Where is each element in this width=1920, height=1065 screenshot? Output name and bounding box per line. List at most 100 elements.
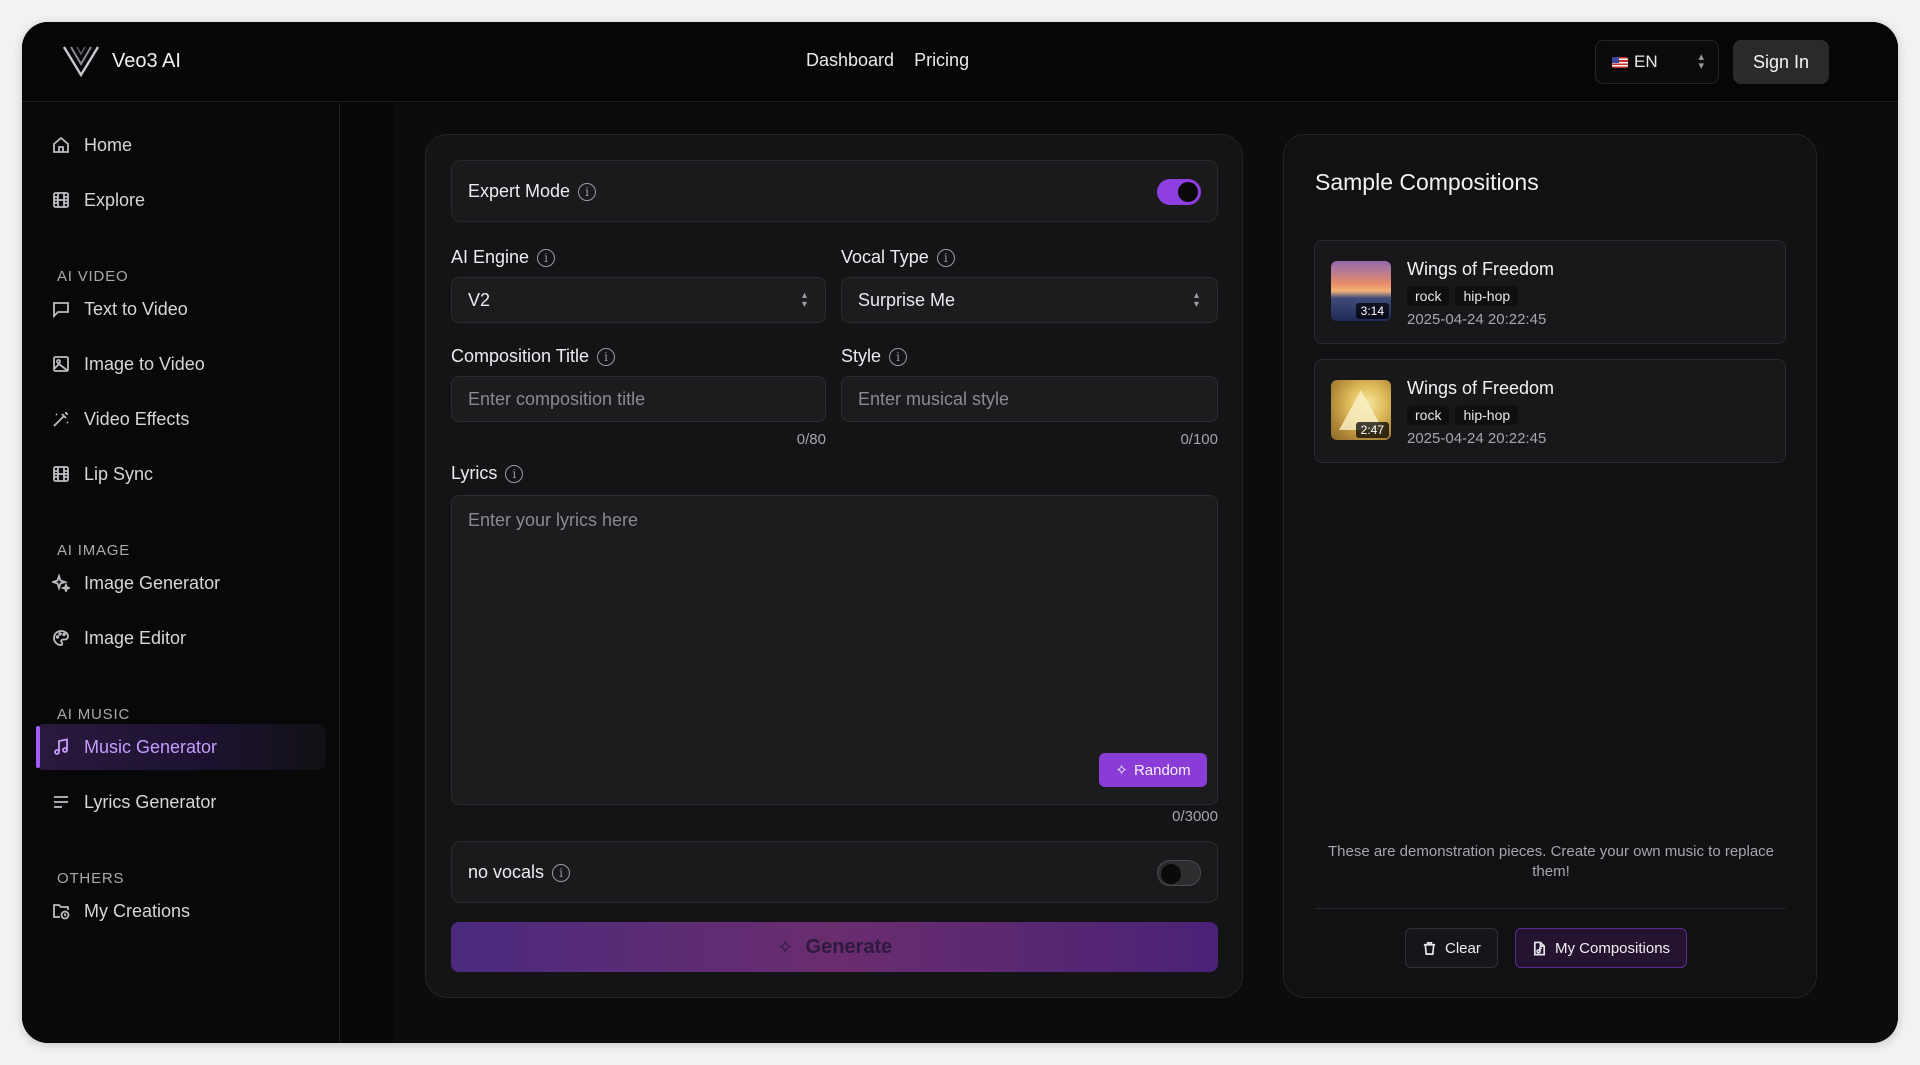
style-placeholder: Enter musical style (858, 388, 1010, 409)
sidebar-item-my-creations[interactable]: My Creations (36, 888, 326, 934)
film-icon (53, 192, 69, 208)
brand-logo[interactable]: Veo3 AI (62, 44, 181, 78)
sidebar-item-label: Music Generator (84, 736, 218, 757)
duration-badge: 2:47 (1355, 422, 1389, 438)
expert-mode-row: Expert Mode i (451, 160, 1218, 222)
sidebar-item-video-effects[interactable]: Video Effects (36, 396, 326, 442)
sign-in-button[interactable]: Sign In (1733, 40, 1829, 84)
genre-tag: rock (1407, 405, 1450, 425)
chevron-updown-icon: ▴ ▾ (801, 290, 807, 310)
language-select[interactable]: EN ▴ ▾ (1595, 40, 1719, 84)
composition-title: Wings of Freedom (1407, 378, 1555, 398)
info-icon[interactable]: i (578, 182, 597, 201)
nav-pricing[interactable]: Pricing (914, 50, 969, 71)
vocal-type-label: Vocal Type (841, 247, 929, 267)
info-icon[interactable]: i (889, 347, 908, 366)
lyrics-label-group: Lyrics i (451, 463, 524, 484)
no-vocals-toggle[interactable] (1157, 860, 1201, 886)
info-icon[interactable]: i (505, 464, 524, 483)
sidebar-item-image-editor[interactable]: Image Editor (36, 615, 326, 661)
home-icon (53, 136, 69, 153)
sidebar-item-label: Text to Video (84, 298, 188, 319)
cover-thumbnail: 3:14 (1331, 261, 1391, 321)
top-nav: Dashboard Pricing (806, 50, 969, 71)
sidebar-item-label: Image Generator (84, 572, 221, 593)
composition-date: 2025-04-24 20:22:45 (1407, 430, 1547, 447)
composition-date: 2025-04-24 20:22:45 (1407, 311, 1547, 328)
sparkles-icon (52, 574, 70, 592)
composition-card[interactable]: 3:14 Wings of Freedom rock hip-hop 2025-… (1314, 240, 1786, 344)
info-icon[interactable]: i (537, 248, 556, 267)
title-char-counter: 0/80 (796, 431, 826, 448)
info-icon[interactable]: i (936, 248, 955, 267)
sidebar: Home Explore AI VIDEO Text to Video Imag… (22, 103, 340, 1043)
info-icon[interactable]: i (597, 347, 616, 366)
sidebar-item-home[interactable]: Home (36, 122, 326, 168)
sidebar-item-label: Image to Video (84, 353, 205, 374)
composition-title-input[interactable]: Enter composition title (451, 376, 826, 422)
sidebar-item-label: Lyrics Generator (84, 791, 217, 812)
composition-title-label: Composition Title (451, 346, 590, 366)
composition-title-label-group: Composition Title i (451, 346, 616, 367)
divider (1314, 908, 1786, 909)
lyrics-label: Lyrics (451, 463, 498, 483)
generate-label: Generate (805, 935, 893, 958)
palette-icon (53, 630, 69, 646)
info-icon[interactable]: i (552, 863, 571, 882)
generate-button[interactable]: ✧ Generate (451, 922, 1218, 972)
nav-dashboard[interactable]: Dashboard (806, 50, 894, 71)
text-lines-icon (54, 796, 68, 808)
sidebar-item-image-generator[interactable]: Image Generator (36, 560, 326, 606)
language-label: EN (1634, 52, 1658, 71)
lyrics-char-counter: 0/3000 (1172, 808, 1218, 825)
composition-card[interactable]: 2:47 Wings of Freedom rock hip-hop 2025-… (1314, 359, 1786, 463)
cover-thumbnail: 2:47 (1331, 380, 1391, 440)
random-label: Random (1133, 761, 1191, 779)
sidebar-item-explore[interactable]: Explore (36, 177, 326, 223)
trash-icon (1423, 941, 1436, 955)
composition-title-placeholder: Enter composition title (468, 388, 646, 409)
sidebar-item-lip-sync[interactable]: Lip Sync (36, 451, 326, 497)
no-vocals-row: no vocals i (451, 841, 1218, 903)
genre-tag: hip-hop (1455, 286, 1519, 306)
toggle-knob (1178, 182, 1198, 202)
music-form-panel: Expert Mode i AI Engine i V2 ▴ ▾ Vocal Ty… (425, 134, 1243, 998)
sidebar-item-label: Explore (84, 189, 146, 210)
clear-button[interactable]: Clear (1405, 928, 1498, 968)
random-lyrics-button[interactable]: ✧ Random (1099, 753, 1207, 787)
sidebar-item-image-to-video[interactable]: Image to Video (36, 341, 326, 387)
music-note-icon (54, 738, 68, 755)
tag-list: rock hip-hop (1407, 405, 1519, 425)
style-char-counter: 0/100 (1180, 431, 1218, 448)
folder-clock-icon (53, 904, 70, 920)
genre-tag: hip-hop (1455, 405, 1519, 425)
my-compositions-button[interactable]: My Compositions (1515, 928, 1688, 968)
no-vocals-label: no vocals (468, 862, 545, 882)
sparkles-icon: ✧ (776, 936, 794, 959)
veo-logo-icon (62, 46, 100, 78)
ai-engine-select[interactable]: V2 ▴ ▾ (451, 277, 826, 323)
vocal-type-select[interactable]: Surprise Me ▴ ▾ (841, 277, 1218, 323)
message-square-icon (53, 302, 69, 318)
sidebar-item-label: Image Editor (84, 627, 187, 648)
sidebar-item-label: Home (84, 134, 133, 155)
demo-note: These are demonstration pieces. Create y… (1327, 843, 1775, 880)
sidebar-item-label: Lip Sync (84, 463, 154, 484)
sidebar-item-label: My Creations (84, 900, 191, 921)
toggle-knob (1161, 864, 1181, 884)
sidebar-item-lyrics-generator[interactable]: Lyrics Generator (36, 779, 326, 825)
panel-title: Sample Compositions (1315, 169, 1539, 195)
expert-mode-label-group: Expert Mode i (468, 181, 597, 202)
app-name: Veo3 AI (112, 49, 181, 72)
sidebar-item-text-to-video[interactable]: Text to Video (36, 286, 326, 332)
section-others: OTHERS (57, 870, 125, 887)
vocal-type-value: Surprise Me (858, 289, 956, 310)
no-vocals-label-group: no vocals i (468, 862, 571, 883)
style-input[interactable]: Enter musical style (841, 376, 1218, 422)
ai-engine-label: AI Engine (451, 247, 530, 267)
sidebar-item-music-generator[interactable]: Music Generator (36, 724, 326, 770)
genre-tag: rock (1407, 286, 1450, 306)
chevron-updown-icon: ▴ ▾ (1698, 51, 1704, 72)
duration-badge: 3:14 (1355, 303, 1389, 319)
expert-mode-toggle[interactable] (1157, 179, 1201, 205)
